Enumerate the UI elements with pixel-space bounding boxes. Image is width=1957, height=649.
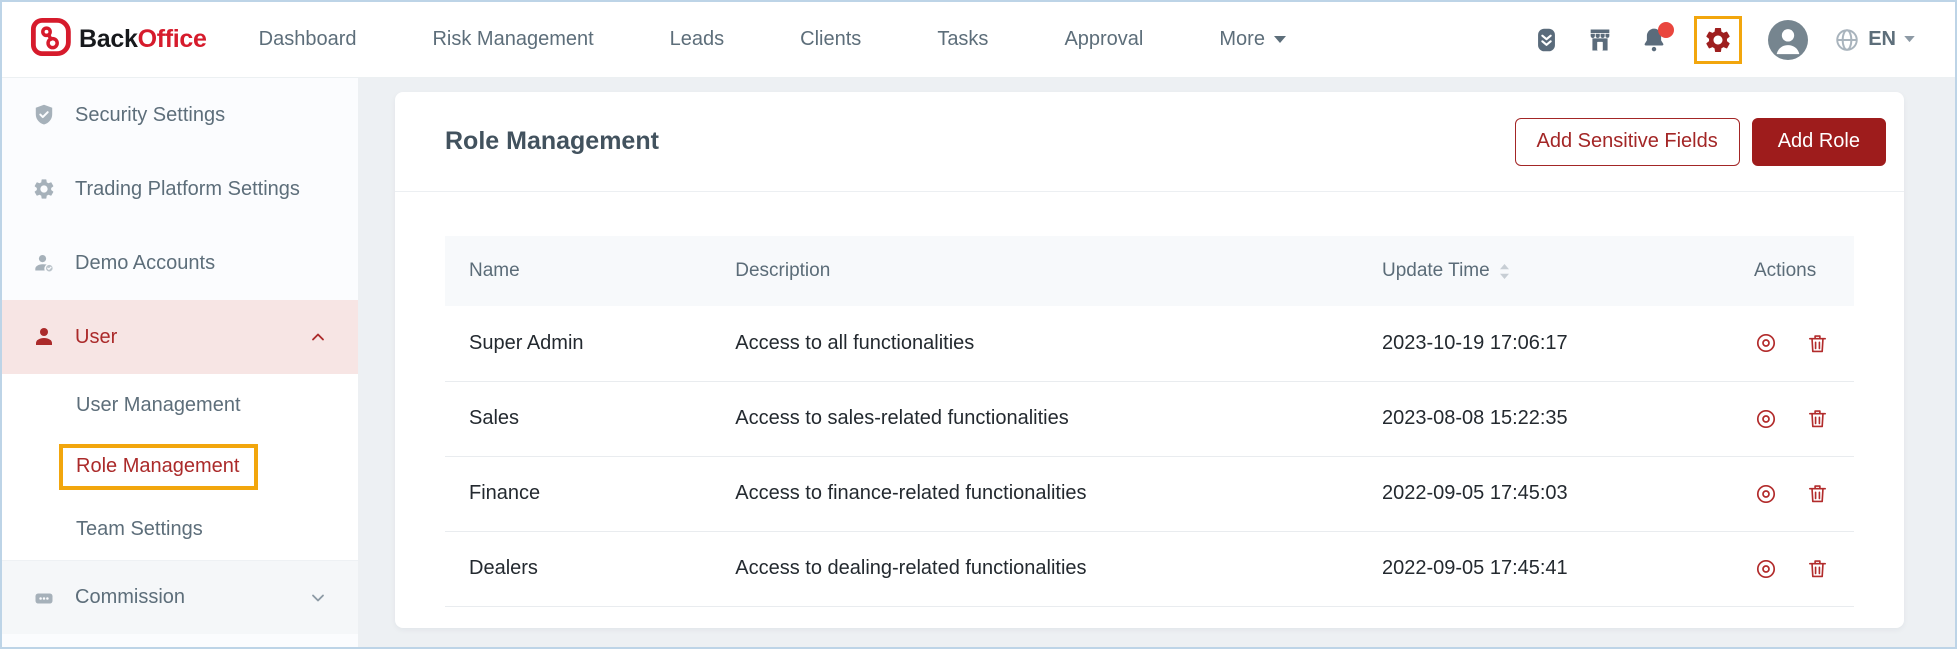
sidebar-subitem-team-settings[interactable]: Team Settings xyxy=(2,498,358,560)
header-actions: Add Sensitive Fields Add Role xyxy=(1515,118,1886,166)
nav-more-label: More xyxy=(1219,28,1265,51)
sort-caret-icon xyxy=(1499,263,1510,280)
sidebar-subitem-user-management[interactable]: User Management xyxy=(2,374,358,436)
user-submenu: User Management Role Management Team Set… xyxy=(2,374,358,560)
role-description: Access to sales-related functionalities xyxy=(735,381,1382,456)
role-description: Access to finance-related functionalitie… xyxy=(735,456,1382,531)
role-management-highlight-box: Role Management xyxy=(59,444,258,490)
table-row: Finance Access to finance-related functi… xyxy=(445,456,1854,531)
nav-clients[interactable]: Clients xyxy=(762,28,899,51)
delete-role-trash-icon[interactable] xyxy=(1806,482,1829,505)
card-header: Role Management Add Sensitive Fields Add… xyxy=(395,92,1904,192)
sidebar-item-label: Trading Platform Settings xyxy=(75,178,300,201)
sidebar-item-label: Security Settings xyxy=(75,104,225,127)
commission-card-icon xyxy=(32,586,56,610)
add-sensitive-fields-button[interactable]: Add Sensitive Fields xyxy=(1515,118,1740,166)
role-update-time: 2023-08-08 15:22:35 xyxy=(1382,381,1754,456)
nav-leads[interactable]: Leads xyxy=(632,28,763,51)
column-header-label: Update Time xyxy=(1382,260,1490,282)
role-name: Super Admin xyxy=(445,306,735,381)
roles-table: Name Description Update Time xyxy=(445,236,1854,607)
language-code: EN xyxy=(1868,28,1896,51)
sidebar-item-commission[interactable]: Commission xyxy=(2,560,358,634)
layers-icon[interactable] xyxy=(1533,25,1560,55)
gear-icon xyxy=(32,177,56,201)
notifications-bell-icon[interactable] xyxy=(1640,26,1668,54)
nav-more[interactable]: More xyxy=(1181,28,1324,51)
sidebar-item-demo-accounts[interactable]: Demo Accounts xyxy=(2,226,358,300)
add-role-button[interactable]: Add Role xyxy=(1752,118,1886,166)
topbar: BackOffice Dashboard Risk Management Lea… xyxy=(2,2,1955,78)
view-role-eye-icon[interactable] xyxy=(1754,407,1778,431)
table-row: Dealers Access to dealing-related functi… xyxy=(445,531,1854,606)
table-row: Super Admin Access to all functionalitie… xyxy=(445,306,1854,381)
backoffice-app: BackOffice Dashboard Risk Management Lea… xyxy=(0,0,1957,649)
page-title: Role Management xyxy=(445,127,659,156)
delete-role-trash-icon[interactable] xyxy=(1806,407,1829,430)
nav-dashboard[interactable]: Dashboard xyxy=(221,28,395,51)
view-role-eye-icon[interactable] xyxy=(1754,482,1778,506)
nav-risk-management[interactable]: Risk Management xyxy=(394,28,631,51)
column-header-actions: Actions xyxy=(1754,236,1854,306)
sidebar-item-label: User xyxy=(75,326,117,349)
top-navigation: Dashboard Risk Management Leads Clients … xyxy=(221,28,1324,51)
role-update-time: 2023-10-19 17:06:17 xyxy=(1382,306,1754,381)
delete-role-trash-icon[interactable] xyxy=(1806,332,1829,355)
settings-gear-icon[interactable] xyxy=(1703,25,1733,55)
roles-table-container: Name Description Update Time xyxy=(395,192,1904,607)
sidebar-subitem-label: Team Settings xyxy=(76,518,203,541)
topbar-actions: EN xyxy=(1533,16,1915,64)
nav-tasks[interactable]: Tasks xyxy=(899,28,1026,51)
shield-check-icon xyxy=(32,103,56,127)
brand-logo[interactable]: BackOffice xyxy=(29,15,207,64)
brand-name: BackOffice xyxy=(79,25,207,54)
sidebar-subitem-role-management[interactable]: Role Management xyxy=(2,436,358,498)
role-name: Dealers xyxy=(445,531,735,606)
column-header-name: Name xyxy=(445,236,735,306)
sidebar-item-label: Demo Accounts xyxy=(75,252,215,275)
chevron-up-icon xyxy=(308,327,328,347)
role-management-card: Role Management Add Sensitive Fields Add… xyxy=(395,92,1904,628)
view-role-eye-icon[interactable] xyxy=(1754,557,1778,581)
delete-role-trash-icon[interactable] xyxy=(1806,557,1829,580)
demo-account-icon xyxy=(32,251,56,275)
role-update-time: 2022-09-05 17:45:41 xyxy=(1382,531,1754,606)
avatar-person-icon xyxy=(1768,20,1808,60)
globe-icon xyxy=(1834,27,1860,53)
table-row: Sales Access to sales-related functional… xyxy=(445,381,1854,456)
role-update-time: 2022-09-05 17:45:03 xyxy=(1382,456,1754,531)
column-header-description: Description xyxy=(735,236,1382,306)
role-description: Access to dealing-related functionalitie… xyxy=(735,531,1382,606)
user-avatar[interactable] xyxy=(1768,20,1808,60)
store-icon[interactable] xyxy=(1586,26,1614,54)
notification-dot xyxy=(1658,22,1674,38)
settings-highlight-box xyxy=(1694,16,1742,64)
chevron-down-icon xyxy=(1904,36,1915,43)
user-icon xyxy=(32,325,56,349)
language-selector[interactable]: EN xyxy=(1834,27,1915,53)
sidebar-subitem-label: User Management xyxy=(76,394,241,417)
chevron-down-icon xyxy=(308,588,328,608)
role-name: Finance xyxy=(445,456,735,531)
sidebar-item-security-settings[interactable]: Security Settings xyxy=(2,78,358,152)
sidebar: Security Settings Trading Platform Setti… xyxy=(2,78,358,647)
sidebar-item-trading-platform-settings[interactable]: Trading Platform Settings xyxy=(2,152,358,226)
main-content: Role Management Add Sensitive Fields Add… xyxy=(358,78,1955,647)
brand-icon xyxy=(29,15,71,64)
role-description: Access to all functionalities xyxy=(735,306,1382,381)
sidebar-item-user[interactable]: User xyxy=(2,300,358,374)
sidebar-subitem-label: Role Management xyxy=(76,455,239,477)
chevron-down-icon xyxy=(1274,36,1286,44)
column-header-update-time[interactable]: Update Time xyxy=(1382,236,1754,306)
sidebar-item-label: Commission xyxy=(75,586,185,609)
table-header-row: Name Description Update Time xyxy=(445,236,1854,306)
nav-approval[interactable]: Approval xyxy=(1026,28,1181,51)
view-role-eye-icon[interactable] xyxy=(1754,331,1778,355)
role-name: Sales xyxy=(445,381,735,456)
